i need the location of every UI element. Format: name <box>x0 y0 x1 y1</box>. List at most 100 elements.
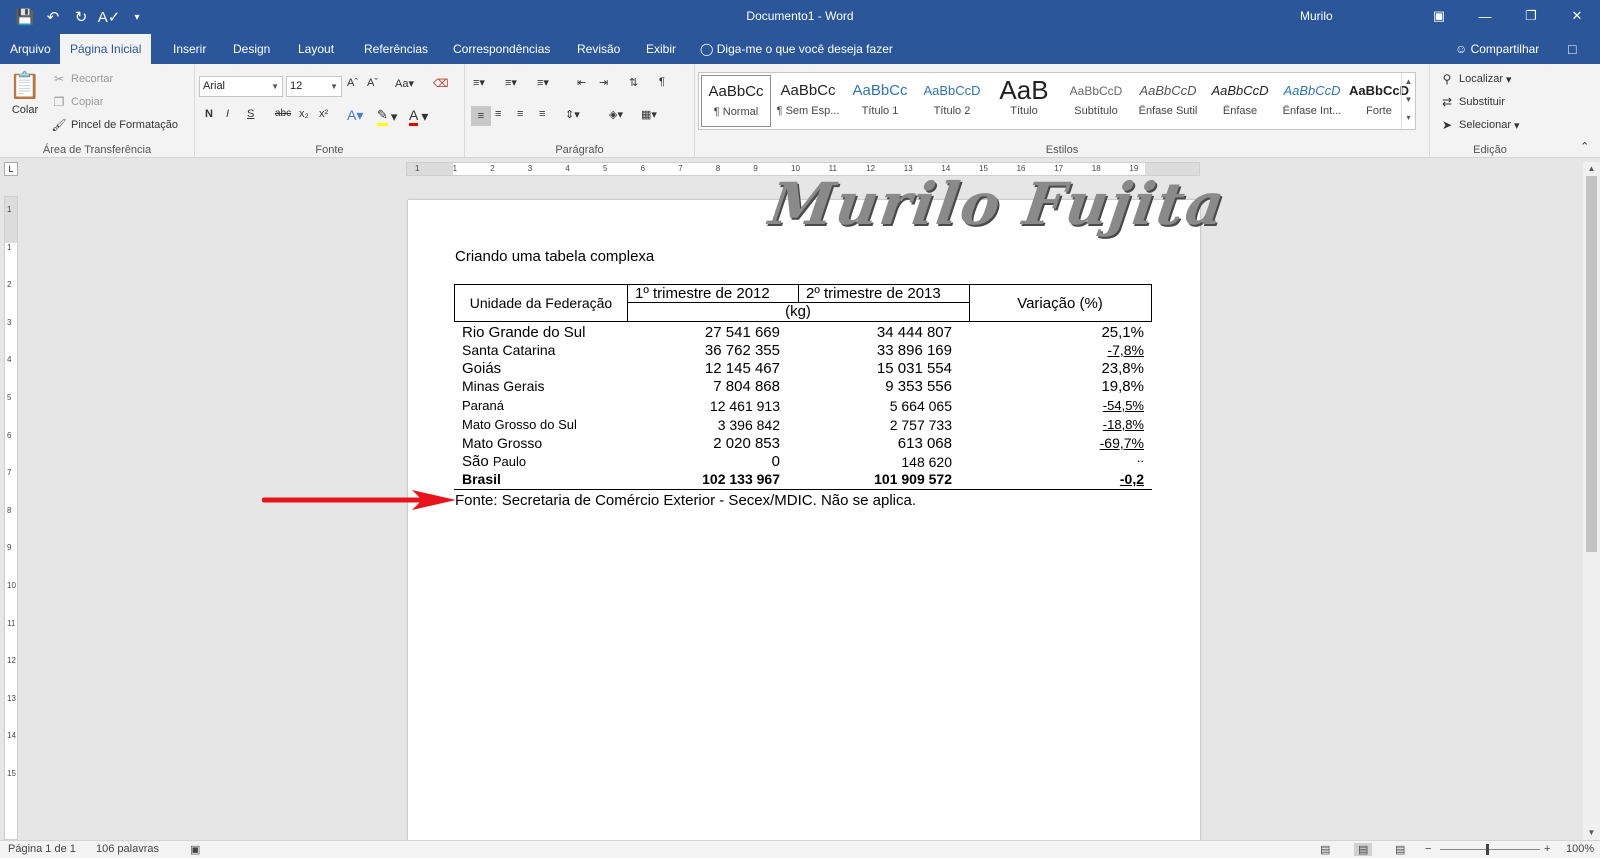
subscript-button[interactable]: x₂ <box>299 108 309 120</box>
source-note[interactable]: Fonte: Secretaria de Comércio Exterior -… <box>455 492 916 509</box>
user-name[interactable]: Murilo <box>1300 9 1333 23</box>
style-name: ¶ Normal <box>713 106 759 118</box>
align-left-icon[interactable]: ≡ <box>471 106 491 126</box>
line-spacing-icon[interactable]: ⇕▾ <box>565 108 580 121</box>
tab-pagina-inicial[interactable]: Página Inicial <box>60 34 152 64</box>
style-subtle-emphasis[interactable]: AaBbCcD Ênfase Sutil <box>1133 75 1203 127</box>
bold-button[interactable]: N <box>205 108 213 120</box>
style-name: Ênfase Int... <box>1282 105 1342 117</box>
zoom-in-icon[interactable]: + <box>1544 843 1550 855</box>
style-normal[interactable]: AaBbCc ¶ Normal <box>701 75 771 127</box>
vertical-ruler[interactable]: 1 1 2 3 4 5 6 7 8 9 10 11 12 13 14 15 <box>4 196 18 840</box>
font-color-icon[interactable]: A ▾ <box>409 107 428 126</box>
style-no-spacing[interactable]: AaBbCc ¶ Sem Esp... <box>773 75 843 127</box>
styles-label: Estilos <box>1045 144 1079 156</box>
style-preview: AaBbCc <box>708 83 764 100</box>
highlight-icon[interactable]: ✎ ▾ <box>377 107 397 126</box>
tab-arquivo[interactable]: Arquivo <box>0 34 61 64</box>
cell-q2: 613 068 <box>897 435 952 452</box>
clear-format-icon[interactable]: ⌫ <box>433 77 449 90</box>
ruler-number: 1 <box>452 164 458 173</box>
page-count[interactable]: Página 1 de 1 <box>8 843 76 855</box>
style-heading-1[interactable]: AaBbCc Título 1 <box>845 75 915 127</box>
cell-q2: 33 896 169 <box>876 342 952 359</box>
replace-button[interactable]: ⇄ Substituir <box>1438 93 1505 111</box>
copy-button[interactable]: ❐ Copiar <box>50 93 104 111</box>
style-intense-emphasis[interactable]: AaBbCcD Ênfase Int... <box>1277 75 1347 127</box>
borders-icon[interactable]: ▦▾ <box>641 108 657 121</box>
ribbon-display-icon[interactable]: ▣ <box>1416 0 1462 32</box>
shading-icon[interactable]: ◈▾ <box>609 108 623 121</box>
sort-icon[interactable]: ⇅ <box>629 76 638 89</box>
clipboard-group: 📋 Colar ✂ Recortar ❐ Copiar 🖌 Pincel de For… <box>0 64 195 158</box>
zoom-level[interactable]: 100% <box>1566 843 1594 855</box>
font-size-select[interactable]: 12 ▼ <box>286 76 342 97</box>
style-title[interactable]: AaB Título <box>989 75 1059 127</box>
proofing-icon[interactable]: ▣ <box>190 843 200 856</box>
tab-selector-icon[interactable]: L <box>4 162 18 176</box>
ruler-number: 1 <box>7 205 12 214</box>
style-subtitle[interactable]: AaBbCcD Subtítulo <box>1061 75 1131 127</box>
web-layout-icon[interactable]: ▤ <box>1395 843 1405 856</box>
multilevel-list-icon[interactable]: ≡▾ <box>537 76 549 89</box>
style-strong[interactable]: AaBbCcD Forte <box>1349 75 1409 127</box>
scroll-up-icon[interactable]: ▲ <box>1583 162 1600 176</box>
cell-q2: 148 620 <box>901 454 952 470</box>
format-painter-label: Pincel de Formatação <box>71 119 178 131</box>
header-variation: Variação (%) <box>969 284 1152 322</box>
tab-layout[interactable]: Layout <box>288 34 344 64</box>
font-size-value: 12 <box>290 80 303 92</box>
lightbulb-icon: ◯ <box>700 42 717 56</box>
style-name: Título 2 <box>933 105 971 117</box>
tab-inserir[interactable]: Inserir <box>163 34 216 64</box>
tab-design[interactable]: Design <box>223 34 280 64</box>
minimize-icon[interactable]: — <box>1462 0 1508 32</box>
format-painter-button[interactable]: 🖌 Pincel de Formatação <box>50 116 178 134</box>
word-count[interactable]: 106 palavras <box>96 843 159 855</box>
grow-font-icon[interactable]: Aˆ <box>347 77 358 89</box>
styles-gallery: AaBbCc ¶ Normal AaBbCc ¶ Sem Esp... AaBbCc… <box>698 72 1416 130</box>
zoom-slider-thumb[interactable] <box>1486 844 1489 855</box>
tell-me-box[interactable]: ◯ Diga-me o que você deseja fazer <box>700 34 893 64</box>
tab-referencias[interactable]: Referências <box>354 34 438 64</box>
read-mode-icon[interactable]: ▤ <box>1320 843 1330 856</box>
decrease-indent-icon[interactable]: ⇤ <box>577 76 586 89</box>
align-right-icon[interactable]: ≡ <box>517 108 523 120</box>
restore-icon[interactable]: ❐ <box>1508 0 1554 32</box>
collapse-ribbon-icon[interactable]: ⌃ <box>1580 140 1589 153</box>
paste-button[interactable]: 📋 Colar <box>8 70 42 116</box>
print-layout-icon[interactable]: ▤ <box>1354 843 1373 856</box>
justify-icon[interactable]: ≡ <box>539 108 545 120</box>
vertical-scrollbar[interactable]: ▲ ▼ <box>1583 162 1600 840</box>
tab-revisao[interactable]: Revisão <box>567 34 630 64</box>
bullets-icon[interactable]: ≡▾ <box>473 76 485 89</box>
numbering-icon[interactable]: ≡▾ <box>505 76 517 89</box>
select-button[interactable]: ➤ Selecionar ▾ <box>1438 116 1520 134</box>
text-effects-icon[interactable]: A▾ <box>347 107 363 124</box>
gallery-scroll-icon[interactable]: ▲ ▼ ▾ <box>1401 73 1415 129</box>
shrink-font-icon[interactable]: Aˇ <box>367 77 378 89</box>
style-heading-2[interactable]: AaBbCcD Título 2 <box>917 75 987 127</box>
superscript-button[interactable]: x² <box>319 108 328 120</box>
align-center-icon[interactable]: ≡ <box>495 108 501 120</box>
cut-button[interactable]: ✂ Recortar <box>50 70 113 88</box>
change-case-icon[interactable]: Aa▾ <box>395 77 414 90</box>
show-marks-icon[interactable]: ¶ <box>659 76 665 88</box>
close-icon[interactable]: ✕ <box>1554 0 1600 32</box>
find-button[interactable]: ⚲ Localizar ▾ <box>1438 70 1512 88</box>
strikethrough-button[interactable]: abc <box>275 108 291 119</box>
share-button[interactable]: ☺ Compartilhar <box>1455 34 1539 64</box>
tab-exibir[interactable]: Exibir <box>636 34 686 64</box>
font-name-select[interactable]: Arial ▼ <box>199 76 283 97</box>
scroll-down-icon[interactable]: ▼ <box>1583 826 1600 840</box>
zoom-out-icon[interactable]: − <box>1425 843 1431 855</box>
style-emphasis[interactable]: AaBbCcD Ênfase <box>1205 75 1275 127</box>
comment-icon[interactable]: □ <box>1568 41 1576 57</box>
italic-button[interactable]: I <box>226 108 229 120</box>
tab-correspondencias[interactable]: Correspondências <box>443 34 560 64</box>
increase-indent-icon[interactable]: ⇥ <box>599 76 608 89</box>
underline-button[interactable]: S <box>247 108 254 120</box>
document-heading[interactable]: Criando uma tabela complexa <box>455 248 654 265</box>
scrollbar-thumb[interactable] <box>1586 176 1597 552</box>
zoom-slider[interactable] <box>1440 849 1540 850</box>
